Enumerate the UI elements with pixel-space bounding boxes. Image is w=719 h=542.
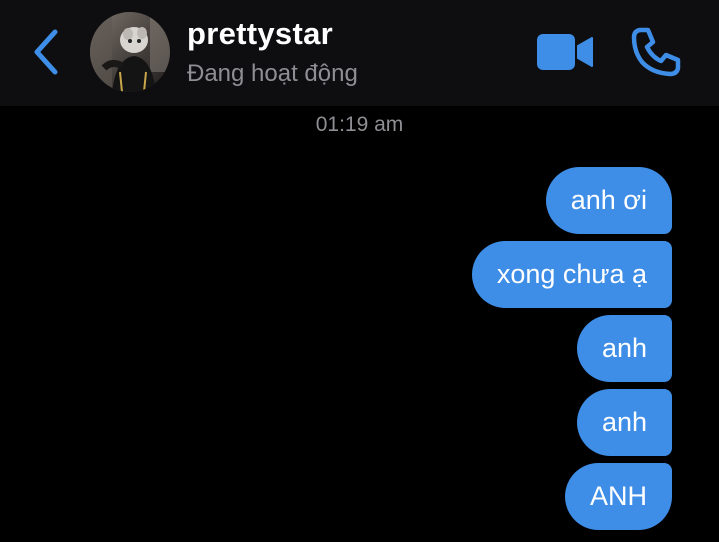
chat-header: prettystar Đang hoạt động <box>0 0 719 106</box>
phone-icon <box>631 27 681 77</box>
message-bubble[interactable]: ANH <box>564 463 672 530</box>
message-bubble[interactable]: anh <box>576 315 672 382</box>
message-bubble[interactable]: xong chưa ạ <box>471 241 672 308</box>
back-button[interactable] <box>24 22 68 82</box>
chat-screen: prettystar Đang hoạt động 01:19 am anh ơ… <box>0 0 719 542</box>
video-call-button[interactable] <box>536 33 594 71</box>
avatar-photo <box>90 12 170 92</box>
message-list: anh ơi xong chưa ạ anh anh ANH <box>471 167 672 530</box>
timestamp-text: 01:19 am <box>315 113 404 136</box>
message-bubble[interactable]: anh ơi <box>545 167 672 234</box>
message-timestamp: 01:19 am <box>0 113 719 137</box>
contact-name[interactable]: prettystar <box>187 16 333 52</box>
message-bubble[interactable]: anh <box>576 389 672 456</box>
chevron-left-icon <box>34 29 58 75</box>
avatar[interactable] <box>90 12 170 92</box>
video-camera-icon <box>537 34 593 70</box>
voice-call-button[interactable] <box>630 26 682 78</box>
active-status: Đang hoạt động <box>187 60 358 87</box>
